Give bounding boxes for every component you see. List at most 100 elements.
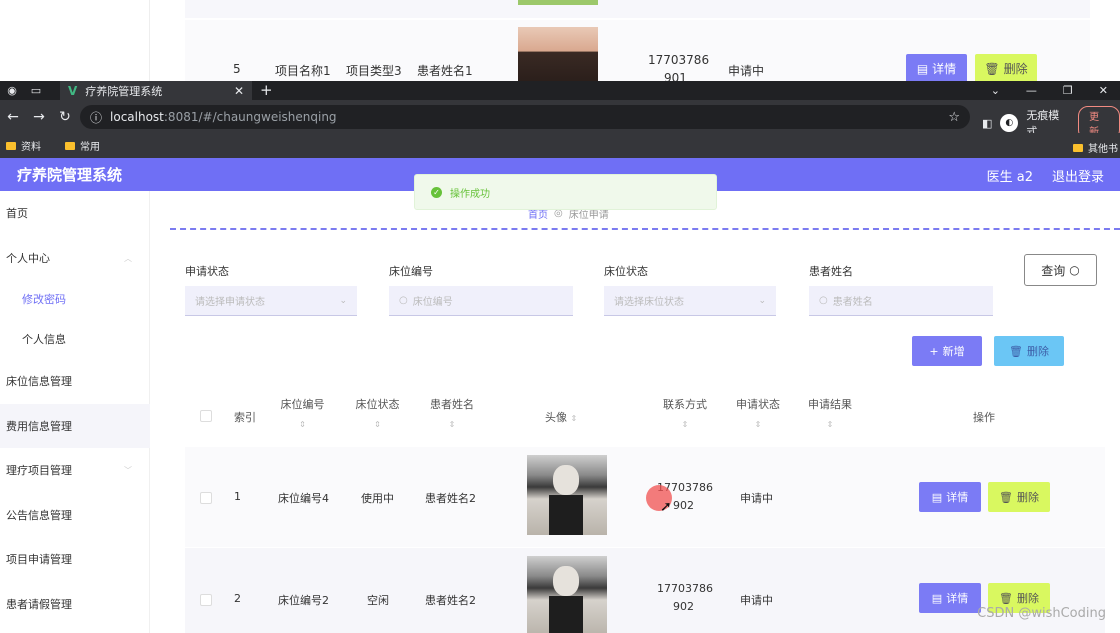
batch-delete-button[interactable]: 🗑 删除 [994, 336, 1064, 366]
col-bed-no[interactable]: 床位编号 ⇕ [280, 396, 325, 429]
cell-patient: 患者姓名2 [425, 594, 476, 607]
bed-no-input[interactable]: ○ 床位编号 [389, 286, 573, 316]
table-row: 1 床位编号4 使用中 患者姓名2 17703786 902 申请中 ▤ 详情 🗑… [185, 447, 1105, 547]
sort-icon[interactable]: ⇕ [355, 420, 400, 429]
col-apply-result[interactable]: 申请结果 ⇕ [805, 396, 855, 429]
bookmark-star-icon[interactable]: ☆ [948, 110, 960, 125]
sidebar-item-fee-info[interactable]: 费用信息管理 [0, 404, 150, 448]
add-button[interactable]: + 新增 [912, 336, 982, 366]
trash-icon: 🗑 [999, 490, 1013, 504]
filter-label-bed-status: 床位状态 [604, 265, 648, 278]
sidebar-item-bed-info[interactable]: 床位信息管理 [0, 359, 150, 403]
browser-tab-bar: ◉ ▭ V 疗养院管理系统 ✕ + ⌄ — ❐ ✕ [0, 81, 1120, 100]
filter-label-patient: 患者姓名 [809, 265, 853, 278]
bed-status-select[interactable]: 请选择床位状态 ⌄ [604, 286, 776, 316]
incognito-icon[interactable]: ◐ [1000, 114, 1019, 132]
vue-logo-icon: V [68, 83, 78, 98]
delete-button[interactable]: 🗑 删除 [988, 482, 1050, 512]
table-header: 索引 床位编号 ⇕ 床位状态 ⇕ 患者姓名 ⇕ 头像 ⇕ 联系方式 ⇕ 申请状态 ⇕ 申请… [185, 377, 1105, 445]
reload-icon[interactable]: ↻ [52, 109, 78, 125]
bg-row-project-type: 项目类型3 [346, 64, 402, 78]
query-button[interactable]: 查询 ○ [1024, 254, 1097, 286]
row-checkbox[interactable] [200, 492, 212, 504]
trash-icon: 🗑 [1009, 344, 1023, 358]
bg-row-phone-1: 17703786 [648, 53, 710, 67]
cell-phone-1: 17703786 [657, 582, 713, 595]
apply-status-select[interactable]: 请选择申请状态 ⌄ [185, 286, 357, 316]
plus-icon: + [929, 344, 939, 358]
folder-icon [6, 141, 16, 150]
cell-index: 1 [234, 490, 241, 503]
cell-phone-2: 902 [673, 499, 694, 512]
sort-icon[interactable]: ⇕ [427, 420, 477, 429]
sidebar-item-personal-center[interactable]: 个人中心 ︿ [0, 236, 150, 280]
divider [170, 228, 1120, 230]
col-apply-status[interactable]: 申请状态 ⇕ [733, 396, 783, 429]
close-tab-icon[interactable]: ✕ [234, 84, 244, 98]
new-tab-button[interactable]: + [260, 81, 273, 100]
patient-name-input[interactable]: ○ 患者姓名 [809, 286, 993, 316]
bookmark-folder-other[interactable]: 其他书 [1073, 140, 1118, 155]
col-index: 索引 [234, 411, 256, 424]
bg-delete-button[interactable]: 🗑 删除 [975, 54, 1037, 81]
trash-icon: 🗑 [984, 61, 1000, 76]
search-icon: ○ [819, 295, 828, 306]
sidebar-item-change-password[interactable]: 修改密码 [0, 277, 150, 321]
app-title: 疗养院管理系统 [17, 166, 123, 184]
sidebar-item-personal-info[interactable]: 个人信息 [0, 317, 150, 361]
info-icon[interactable]: ⓘ [90, 109, 102, 126]
filter-label-bed-no: 床位编号 [389, 265, 433, 278]
sort-icon[interactable]: ⇕ [660, 420, 710, 429]
bg-detail-button[interactable]: ▤ 详情 [906, 54, 967, 81]
close-window-icon[interactable]: ✕ [1099, 84, 1108, 97]
select-all-checkbox[interactable] [200, 410, 212, 422]
avatar-image [527, 556, 607, 633]
sidebar-item-notice[interactable]: 公告信息管理 [0, 493, 150, 537]
col-bed-status[interactable]: 床位状态 ⇕ [355, 396, 400, 429]
folder-icon [1073, 143, 1083, 152]
cell-bed-no: 床位编号2 [278, 594, 329, 607]
detail-button[interactable]: ▤ 详情 [919, 583, 981, 613]
browser-tab-active[interactable]: V 疗养院管理系统 ✕ [60, 81, 252, 100]
folder-icon [65, 141, 75, 150]
browser-menu-icon[interactable]: ◉ [0, 84, 24, 97]
window-controls: ⌄ — ❐ ✕ [991, 81, 1108, 100]
bg-photo-top [518, 0, 598, 5]
bookmark-folder-changyong[interactable]: 常用 [65, 138, 100, 153]
side-panel-icon[interactable]: ◧ [982, 117, 992, 130]
cell-index: 2 [234, 592, 241, 605]
mouse-cursor-icon: ➚ [660, 499, 672, 515]
bg-avatar-image [518, 27, 598, 81]
cell-bed-status: 空闲 [367, 594, 389, 607]
document-icon: ▤ [931, 490, 943, 504]
sidebar-item-project-apply[interactable]: 项目申请管理 [0, 537, 150, 581]
bg-row-index: 5 [233, 62, 241, 76]
sort-icon[interactable]: ⇕ [280, 420, 325, 429]
sidebar-item-home[interactable]: 首页 [0, 191, 150, 235]
search-icon: ○ [1069, 263, 1080, 277]
sort-icon[interactable]: ⇕ [805, 420, 855, 429]
detail-button[interactable]: ▤ 详情 [919, 482, 981, 512]
col-phone[interactable]: 联系方式 ⇕ [660, 396, 710, 429]
bg-row-status: 申请中 [728, 64, 765, 78]
bookmark-folder-ziliao[interactable]: 资料 [6, 138, 41, 153]
sort-icon[interactable]: ⇕ [733, 420, 783, 429]
minimize-icon[interactable]: — [1026, 84, 1037, 97]
sidebar-item-therapy[interactable]: 理疗项目管理 ﹀ [0, 448, 150, 492]
col-patient[interactable]: 患者姓名 ⇕ [427, 396, 477, 429]
chevron-down-icon[interactable]: ⌄ [991, 84, 1000, 97]
row-checkbox[interactable] [200, 594, 212, 606]
chevron-up-icon: ︿ [124, 253, 132, 263]
forward-icon[interactable]: → [26, 109, 52, 125]
cell-bed-no: 床位编号4 [278, 492, 329, 505]
logout-link[interactable]: 退出登录 [1052, 166, 1104, 185]
col-avatar[interactable]: 头像 ⇕ [545, 409, 577, 425]
url-input[interactable]: ⓘ localhost:8081/#/chaungweishenqing ☆ [80, 105, 970, 129]
sort-icon[interactable]: ⇕ [571, 414, 578, 423]
restore-icon[interactable]: ❐ [1063, 84, 1073, 97]
cell-patient: 患者姓名2 [425, 492, 476, 505]
bg-table-strip [185, 0, 1090, 18]
back-icon[interactable]: ← [0, 109, 26, 125]
tab-search-icon[interactable]: ▭ [24, 84, 48, 97]
sidebar-item-leave[interactable]: 患者请假管理 [0, 582, 150, 626]
